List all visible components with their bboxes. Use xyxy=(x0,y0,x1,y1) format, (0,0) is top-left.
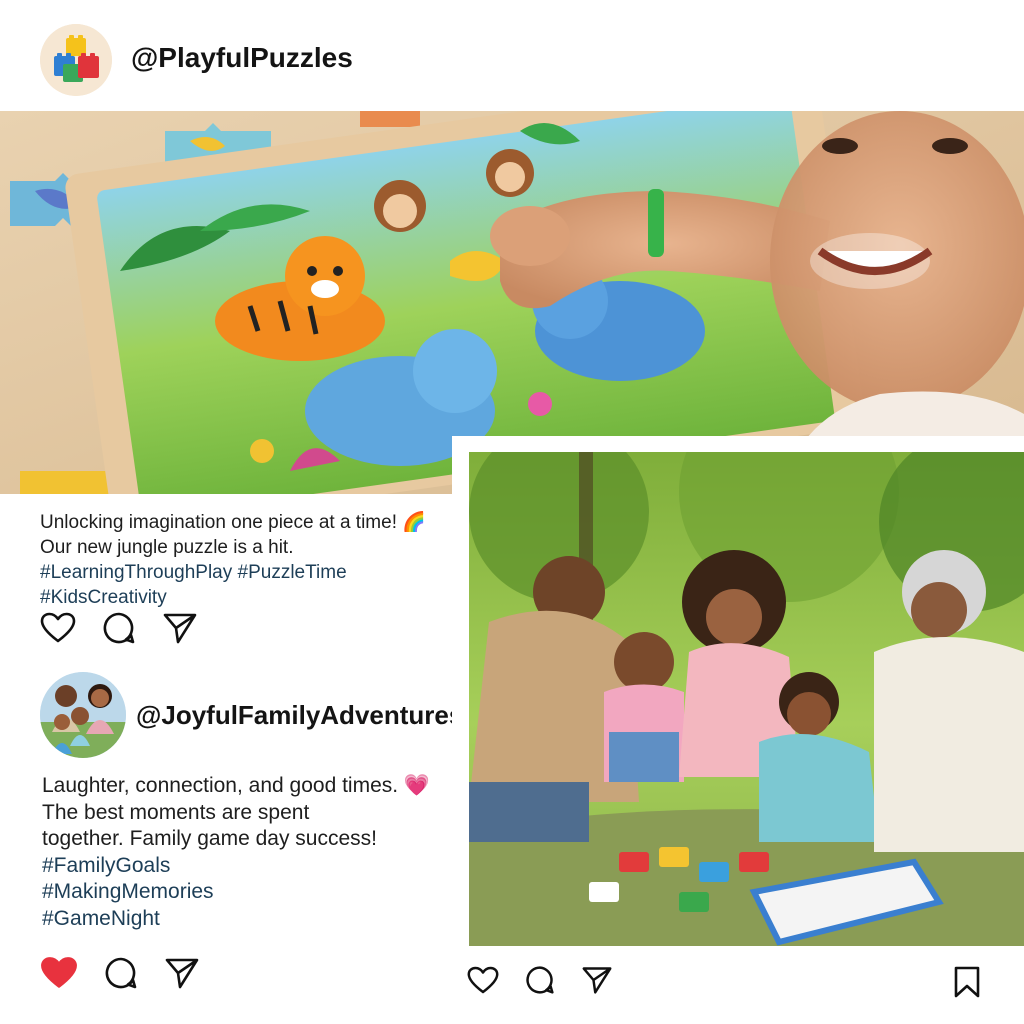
comment-icon[interactable] xyxy=(104,956,138,990)
comment-icon[interactable] xyxy=(525,965,555,995)
joyfulfamily-handle[interactable]: @JoyfulFamilyAdventures xyxy=(136,700,463,731)
post1-caption-text: Unlocking imagination one piece at a tim… xyxy=(40,512,426,558)
playfulpuzzles-avatar[interactable] xyxy=(40,24,112,96)
heart-icon[interactable] xyxy=(467,966,499,995)
post2-caption-line2: The best moments are spent xyxy=(42,800,310,824)
post2-actions-left xyxy=(40,956,200,990)
send-icon[interactable] xyxy=(164,956,200,990)
comment-icon[interactable] xyxy=(102,611,136,645)
send-icon[interactable] xyxy=(162,611,198,645)
post1-actions xyxy=(40,611,198,645)
family-game-photo[interactable] xyxy=(469,452,1024,946)
post1-caption: Unlocking imagination one piece at a tim… xyxy=(40,510,440,610)
post2-caption-line1: Laughter, connection, and good times. 💗 xyxy=(42,774,431,797)
post2-caption: Laughter, connection, and good times. 💗 … xyxy=(42,773,442,932)
post-header: @PlayfulPuzzles xyxy=(0,0,1024,112)
toy-blocks-icon xyxy=(40,24,112,96)
post2-photo-actions xyxy=(467,965,613,995)
family-photo-avatar xyxy=(40,672,126,758)
bookmark-icon[interactable] xyxy=(952,966,982,998)
joyfulfamily-avatar[interactable] xyxy=(40,672,126,758)
post2-caption-line3: together. Family game day success! xyxy=(42,827,377,850)
playfulpuzzles-handle[interactable]: @PlayfulPuzzles xyxy=(131,42,353,74)
heart-icon[interactable] xyxy=(40,612,76,644)
post1-hashtags[interactable]: #LearningThroughPlay #PuzzleTime #KidsCr… xyxy=(40,562,347,608)
heart-icon[interactable] xyxy=(40,956,78,990)
hashtag-familygoals[interactable]: #FamilyGoals xyxy=(42,853,442,880)
hashtag-gamenight[interactable]: #GameNight xyxy=(42,906,442,933)
hashtag-makingmemories[interactable]: #MakingMemories xyxy=(42,879,442,906)
send-icon[interactable] xyxy=(581,965,613,995)
bookmark-button[interactable] xyxy=(952,966,982,1003)
